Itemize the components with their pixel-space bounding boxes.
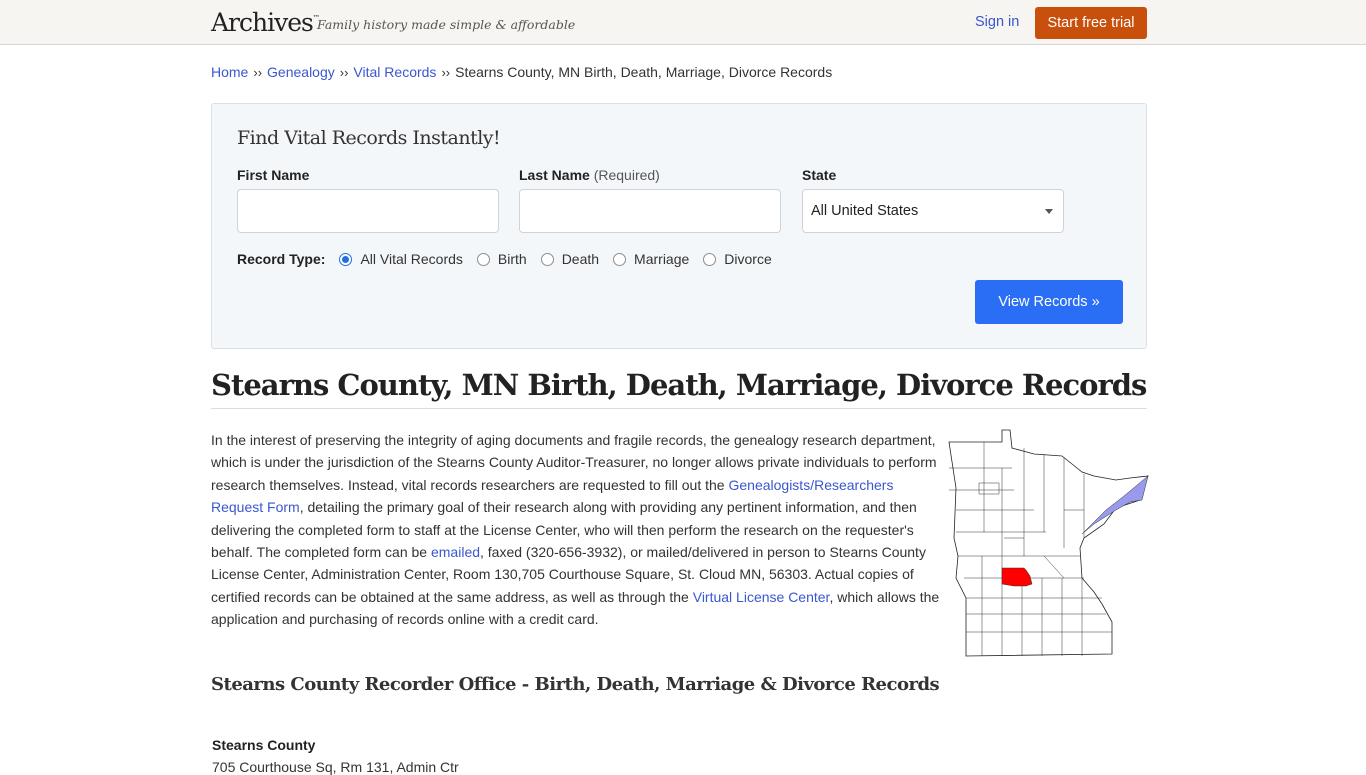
radio-death[interactable]: Death — [540, 251, 600, 267]
sign-in-link[interactable]: Sign in — [975, 14, 1019, 30]
site-header: Archives™ Family history made simple & a… — [0, 0, 1366, 45]
virtual-license-center-link[interactable]: Virtual License Center — [693, 589, 830, 605]
radio-marriage[interactable]: Marriage — [613, 251, 689, 267]
chevron-down-icon — [1045, 209, 1053, 214]
first-name-label: First Name — [237, 167, 310, 183]
radio-birth[interactable]: Birth — [476, 251, 527, 267]
last-name-label: Last Name (Required) — [519, 167, 660, 183]
breadcrumb-separator: ›› — [441, 65, 451, 80]
radio-label: Divorce — [724, 251, 772, 267]
page-title: Stearns County, MN Birth, Death, Marriag… — [211, 368, 1147, 409]
state-selected-value: All United States — [811, 203, 919, 219]
view-records-button[interactable]: View Records » — [975, 280, 1123, 324]
radio-unchecked-icon[interactable] — [540, 252, 554, 266]
radio-all-vital-records[interactable]: All Vital Records — [339, 251, 463, 267]
radio-unchecked-icon[interactable] — [476, 252, 490, 266]
radio-unchecked-icon[interactable] — [703, 252, 717, 266]
breadcrumb-separator: ›› — [253, 65, 263, 80]
tagline: Family history made simple & affordable — [317, 17, 576, 32]
search-form: Find Vital Records Instantly! First Name… — [211, 103, 1147, 349]
state-select[interactable]: All United States — [802, 189, 1064, 233]
record-type-label: Record Type: — [237, 251, 326, 267]
last-name-input[interactable] — [519, 189, 781, 233]
search-title: Find Vital Records Instantly! — [237, 127, 501, 149]
radio-label: All Vital Records — [360, 251, 463, 267]
radio-label: Death — [561, 251, 600, 267]
radio-label: Marriage — [634, 251, 690, 267]
required-note: (Required) — [593, 167, 660, 183]
state-label: State — [802, 167, 837, 183]
last-name-label-text: Last Name — [519, 167, 590, 183]
breadcrumb-separator: ›› — [339, 65, 349, 80]
intro-paragraph: In the interest of preserving the integr… — [211, 429, 944, 631]
breadcrumb-home[interactable]: Home — [211, 64, 248, 80]
radio-checked-icon[interactable] — [339, 252, 353, 266]
radio-unchecked-icon[interactable] — [613, 252, 627, 266]
record-type-group: Record Type: All Vital Records Birth Dea… — [237, 251, 786, 267]
office-name: Stearns County — [212, 737, 316, 753]
office-address: 705 Courthouse Sq, Rm 131, Admin Ctr — [212, 759, 459, 775]
recorder-office-heading: Stearns County Recorder Office - Birth, … — [211, 674, 940, 695]
logo[interactable]: Archives™ — [211, 8, 320, 37]
radio-label: Birth — [497, 251, 527, 267]
emailed-link[interactable]: emailed — [431, 544, 480, 560]
minnesota-county-map — [948, 429, 1149, 657]
breadcrumb-genealogy[interactable]: Genealogy — [267, 64, 335, 80]
breadcrumb-vital-records[interactable]: Vital Records — [353, 64, 436, 80]
radio-divorce[interactable]: Divorce — [703, 251, 772, 267]
logo-text: Archives — [211, 8, 314, 37]
start-free-trial-button[interactable]: Start free trial — [1035, 7, 1147, 39]
state-outline — [948, 429, 1149, 657]
breadcrumb: Home ›› Genealogy ›› Vital Records ›› Stearns … — [211, 64, 832, 80]
breadcrumb-current: Stearns County, MN Birth, Death, Marriag… — [455, 64, 833, 80]
first-name-input[interactable] — [237, 189, 499, 233]
